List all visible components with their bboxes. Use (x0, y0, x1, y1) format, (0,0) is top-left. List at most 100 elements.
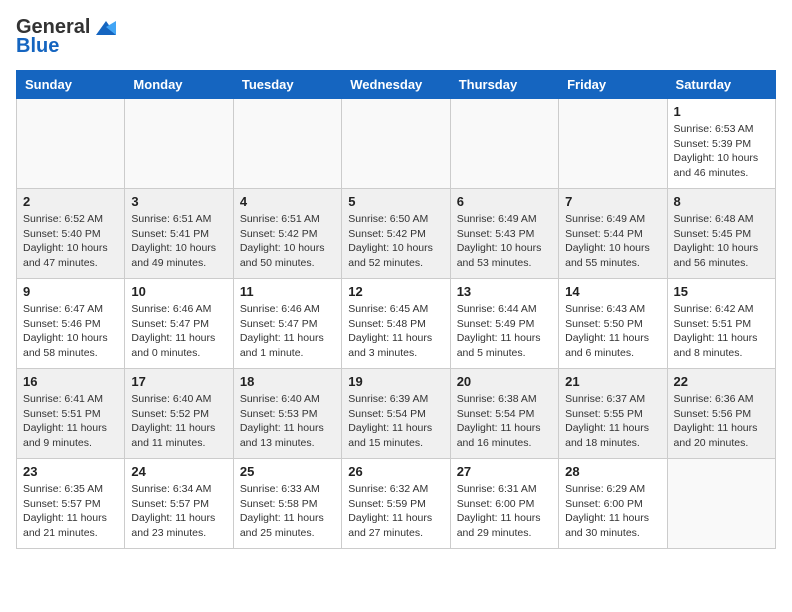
calendar-cell: 23 Sunrise: 6:35 AM Sunset: 5:57 PM Dayli… (17, 459, 125, 549)
day-number: 25 (240, 464, 335, 479)
calendar-cell: 2Sunrise: 6:52 AM Sunset: 5:40 PM Daylig… (17, 189, 125, 279)
calendar-cell: 20Sunrise: 6:38 AM Sunset: 5:54 PM Dayli… (450, 369, 558, 459)
calendar-cell: 17 Sunrise: 6:40 AM Sunset: 5:52 PM Dayli… (125, 369, 233, 459)
calendar-cell: 28 Sunrise: 6:29 AM Sunset: 6:00 PM Dayli… (559, 459, 667, 549)
day-info: Sunrise: 6:53 AM Sunset: 5:39 PM Dayligh… (674, 122, 769, 181)
day-number: 17 (131, 374, 226, 389)
day-info: Sunrise: 6:45 AM Sunset: 5:48 PM Dayligh… (348, 302, 443, 361)
calendar-header-thursday: Thursday (450, 71, 558, 99)
day-number: 13 (457, 284, 552, 299)
day-info: Sunrise: 6:47 AM Sunset: 5:46 PM Dayligh… (23, 302, 118, 361)
calendar-header-wednesday: Wednesday (342, 71, 450, 99)
day-number: 6 (457, 194, 552, 209)
calendar-header-saturday: Saturday (667, 71, 775, 99)
day-number: 27 (457, 464, 552, 479)
day-number: 14 (565, 284, 660, 299)
day-info: Sunrise: 6:33 AM Sunset: 5:58 PM Dayligh… (240, 482, 335, 541)
calendar-cell: 27 Sunrise: 6:31 AM Sunset: 6:00 PM Dayli… (450, 459, 558, 549)
logo-icon (92, 17, 120, 39)
calendar-week-row: 23 Sunrise: 6:35 AM Sunset: 5:57 PM Dayli… (17, 459, 776, 549)
calendar-cell: 9 Sunrise: 6:47 AM Sunset: 5:46 PM Daylig… (17, 279, 125, 369)
day-info: Sunrise: 6:51 AM Sunset: 5:42 PM Dayligh… (240, 212, 335, 271)
calendar-week-row: 1 Sunrise: 6:53 AM Sunset: 5:39 PM Daylig… (17, 99, 776, 189)
day-number: 11 (240, 284, 335, 299)
calendar-cell: 26 Sunrise: 6:32 AM Sunset: 5:59 PM Dayli… (342, 459, 450, 549)
logo: General Blue (16, 16, 120, 58)
day-info: Sunrise: 6:52 AM Sunset: 5:40 PM Dayligh… (23, 212, 118, 271)
day-number: 8 (674, 194, 769, 209)
calendar-table: SundayMondayTuesdayWednesdayThursdayFrid… (16, 70, 776, 549)
day-info: Sunrise: 6:31 AM Sunset: 6:00 PM Dayligh… (457, 482, 552, 541)
day-info: Sunrise: 6:44 AM Sunset: 5:49 PM Dayligh… (457, 302, 552, 361)
day-number: 5 (348, 194, 443, 209)
calendar-cell: 12 Sunrise: 6:45 AM Sunset: 5:48 PM Dayli… (342, 279, 450, 369)
calendar-cell (450, 99, 558, 189)
day-info: Sunrise: 6:39 AM Sunset: 5:54 PM Dayligh… (348, 392, 443, 451)
day-number: 10 (131, 284, 226, 299)
day-info: Sunrise: 6:34 AM Sunset: 5:57 PM Dayligh… (131, 482, 226, 541)
day-info: Sunrise: 6:51 AM Sunset: 5:41 PM Dayligh… (131, 212, 226, 271)
calendar-cell: 19 Sunrise: 6:39 AM Sunset: 5:54 PM Dayli… (342, 369, 450, 459)
day-info: Sunrise: 6:48 AM Sunset: 5:45 PM Dayligh… (674, 212, 769, 271)
calendar-header-monday: Monday (125, 71, 233, 99)
calendar-header-row: SundayMondayTuesdayWednesdayThursdayFrid… (17, 71, 776, 99)
day-info: Sunrise: 6:32 AM Sunset: 5:59 PM Dayligh… (348, 482, 443, 541)
day-number: 7 (565, 194, 660, 209)
day-number: 24 (131, 464, 226, 479)
day-info: Sunrise: 6:37 AM Sunset: 5:55 PM Dayligh… (565, 392, 660, 451)
day-number: 26 (348, 464, 443, 479)
day-info: Sunrise: 6:29 AM Sunset: 6:00 PM Dayligh… (565, 482, 660, 541)
day-info: Sunrise: 6:43 AM Sunset: 5:50 PM Dayligh… (565, 302, 660, 361)
day-number: 19 (348, 374, 443, 389)
calendar-cell (667, 459, 775, 549)
calendar-week-row: 16Sunrise: 6:41 AM Sunset: 5:51 PM Dayli… (17, 369, 776, 459)
day-info: Sunrise: 6:49 AM Sunset: 5:43 PM Dayligh… (457, 212, 552, 271)
calendar-week-row: 2Sunrise: 6:52 AM Sunset: 5:40 PM Daylig… (17, 189, 776, 279)
calendar-header-sunday: Sunday (17, 71, 125, 99)
day-info: Sunrise: 6:38 AM Sunset: 5:54 PM Dayligh… (457, 392, 552, 451)
calendar-week-row: 9 Sunrise: 6:47 AM Sunset: 5:46 PM Daylig… (17, 279, 776, 369)
day-info: Sunrise: 6:49 AM Sunset: 5:44 PM Dayligh… (565, 212, 660, 271)
calendar-cell: 13 Sunrise: 6:44 AM Sunset: 5:49 PM Dayli… (450, 279, 558, 369)
day-number: 12 (348, 284, 443, 299)
day-info: Sunrise: 6:35 AM Sunset: 5:57 PM Dayligh… (23, 482, 118, 541)
calendar-header-friday: Friday (559, 71, 667, 99)
day-number: 21 (565, 374, 660, 389)
calendar-cell: 10 Sunrise: 6:46 AM Sunset: 5:47 PM Dayli… (125, 279, 233, 369)
calendar-cell: 1 Sunrise: 6:53 AM Sunset: 5:39 PM Daylig… (667, 99, 775, 189)
calendar-header-tuesday: Tuesday (233, 71, 341, 99)
day-number: 23 (23, 464, 118, 479)
day-info: Sunrise: 6:36 AM Sunset: 5:56 PM Dayligh… (674, 392, 769, 451)
calendar-cell: 6 Sunrise: 6:49 AM Sunset: 5:43 PM Daylig… (450, 189, 558, 279)
calendar-cell (233, 99, 341, 189)
calendar-cell: 22 Sunrise: 6:36 AM Sunset: 5:56 PM Dayli… (667, 369, 775, 459)
calendar-cell: 4 Sunrise: 6:51 AM Sunset: 5:42 PM Daylig… (233, 189, 341, 279)
day-number: 9 (23, 284, 118, 299)
calendar-cell: 24 Sunrise: 6:34 AM Sunset: 5:57 PM Dayli… (125, 459, 233, 549)
calendar-cell: 15Sunrise: 6:42 AM Sunset: 5:51 PM Dayli… (667, 279, 775, 369)
day-info: Sunrise: 6:46 AM Sunset: 5:47 PM Dayligh… (131, 302, 226, 361)
day-number: 3 (131, 194, 226, 209)
calendar-cell: 5 Sunrise: 6:50 AM Sunset: 5:42 PM Daylig… (342, 189, 450, 279)
day-info: Sunrise: 6:50 AM Sunset: 5:42 PM Dayligh… (348, 212, 443, 271)
day-info: Sunrise: 6:40 AM Sunset: 5:53 PM Dayligh… (240, 392, 335, 451)
calendar-cell: 21 Sunrise: 6:37 AM Sunset: 5:55 PM Dayli… (559, 369, 667, 459)
calendar-cell (17, 99, 125, 189)
day-number: 18 (240, 374, 335, 389)
logo-blue-text: Blue (16, 35, 59, 58)
day-info: Sunrise: 6:41 AM Sunset: 5:51 PM Dayligh… (23, 392, 118, 451)
calendar-cell: 3 Sunrise: 6:51 AM Sunset: 5:41 PM Daylig… (125, 189, 233, 279)
calendar-cell (342, 99, 450, 189)
day-number: 1 (674, 104, 769, 119)
day-number: 15 (674, 284, 769, 299)
day-number: 4 (240, 194, 335, 209)
calendar-cell: 11 Sunrise: 6:46 AM Sunset: 5:47 PM Dayli… (233, 279, 341, 369)
day-info: Sunrise: 6:40 AM Sunset: 5:52 PM Dayligh… (131, 392, 226, 451)
day-number: 28 (565, 464, 660, 479)
day-number: 22 (674, 374, 769, 389)
page-header: General Blue (16, 16, 776, 58)
day-info: Sunrise: 6:46 AM Sunset: 5:47 PM Dayligh… (240, 302, 335, 361)
calendar-cell: 18 Sunrise: 6:40 AM Sunset: 5:53 PM Dayli… (233, 369, 341, 459)
calendar-cell (125, 99, 233, 189)
calendar-cell: 14 Sunrise: 6:43 AM Sunset: 5:50 PM Dayli… (559, 279, 667, 369)
